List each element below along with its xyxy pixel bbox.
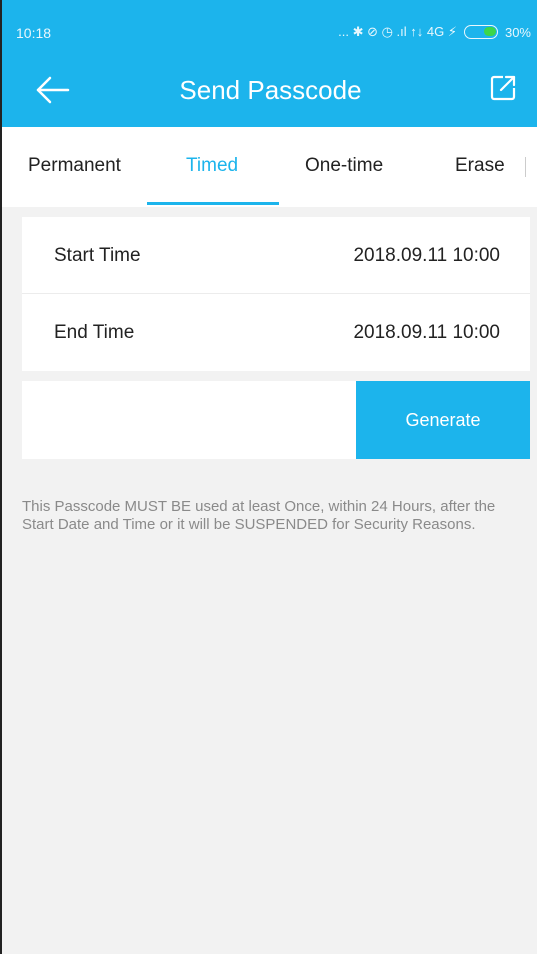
tab-timed[interactable]: Timed [186,155,238,177]
app-bar: 10:18 ... ✱ ⊘ ◷ .ıl ↑↓ 4G ⚡ 30% Send Pas… [2,0,537,127]
status-time: 10:18 [16,25,52,41]
status-indicators: ... ✱ ⊘ ◷ .ıl ↑↓ 4G ⚡ 30% [338,24,531,40]
end-time-row[interactable]: End Time 2018.09.11 10:00 [22,294,530,371]
active-tab-indicator [147,202,279,205]
battery-icon [463,25,498,39]
start-time-label: Start Time [54,245,141,266]
page-title: Send Passcode [179,75,362,105]
end-time-label: End Time [54,322,135,343]
external-share-icon[interactable] [489,74,517,102]
status-bar: 10:18 ... ✱ ⊘ ◷ .ıl ↑↓ 4G ⚡ 30% [2,0,537,50]
tab-one-time[interactable]: One-time [305,155,383,177]
phone-screen: 10:18 ... ✱ ⊘ ◷ .ıl ↑↓ 4G ⚡ 30% Send Pas… [0,0,537,954]
tab-divider [525,157,526,177]
start-time-value[interactable]: 2018.09.11 10:00 [353,245,500,267]
passcode-usage-note: This Passcode MUST BE used at least Once… [22,498,496,533]
passcode-type-tabs: Permanent Timed One-time Erase [2,127,537,207]
time-settings-card: Start Time 2018.09.11 10:00 End Time 201… [22,217,530,371]
battery-percent: 30% [504,24,531,40]
tab-permanent[interactable]: Permanent [28,155,121,177]
end-time-value[interactable]: 2018.09.11 10:00 [353,322,500,344]
tab-erase[interactable]: Erase [455,155,505,177]
generate-button[interactable]: Generate [356,381,530,459]
status-icons: ... ✱ ⊘ ◷ .ıl ↑↓ 4G ⚡ [338,24,457,39]
start-time-row[interactable]: Start Time 2018.09.11 10:00 [22,217,530,294]
